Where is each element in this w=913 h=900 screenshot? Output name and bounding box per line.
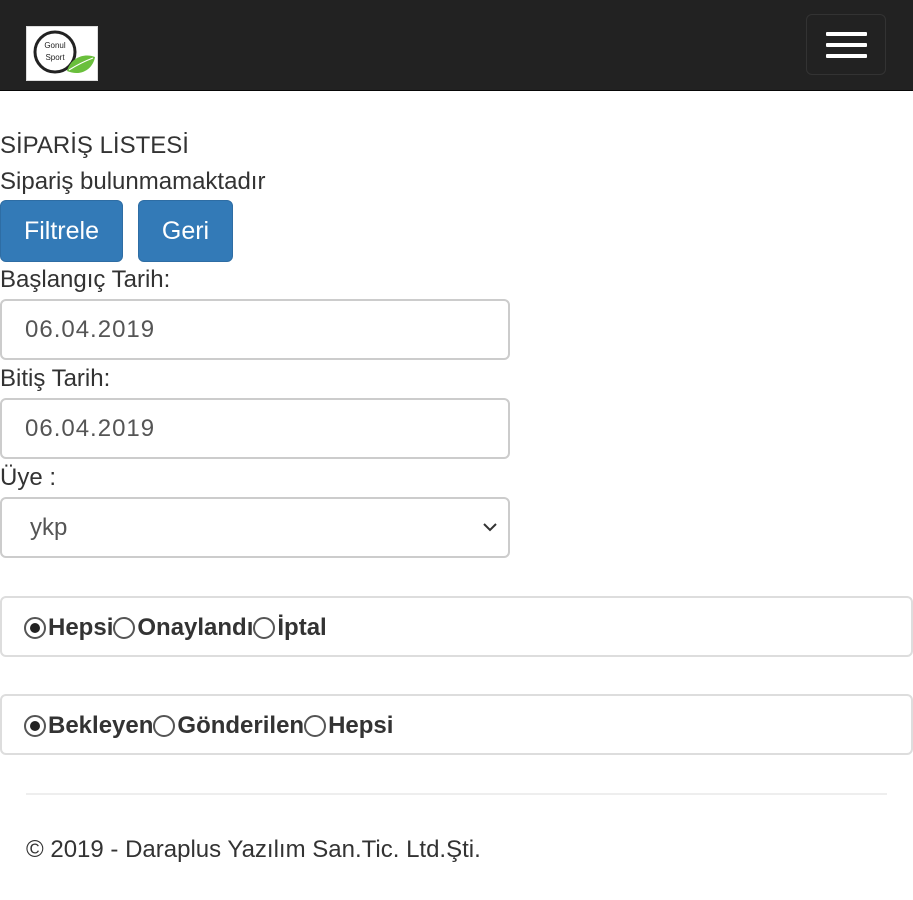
approval-option-cancelled[interactable]: İptal <box>253 614 327 642</box>
radio-icon[interactable] <box>24 617 46 639</box>
member-select-value: ykp <box>30 514 68 541</box>
radio-icon[interactable] <box>153 715 176 737</box>
hamburger-menu-button[interactable] <box>806 14 886 75</box>
radio-icon[interactable] <box>304 715 327 737</box>
logo-text-line1: Gonul <box>44 41 66 50</box>
hamburger-menu-icon-bar <box>826 54 867 58</box>
shipping-option-sent[interactable]: Gönderilen <box>153 712 304 740</box>
approval-option-all[interactable]: Hepsi <box>24 614 113 642</box>
page-title: SİPARİŞ LİSTESİ <box>0 132 189 159</box>
chevron-down-icon <box>483 523 497 532</box>
shipping-filter-panel: Bekleyen Gönderilen Hepsi <box>0 694 913 755</box>
back-button[interactable]: Geri <box>138 200 233 262</box>
approval-filter-panel: Hepsi Onaylandı İptal <box>0 596 913 657</box>
member-label: Üye : <box>0 464 57 491</box>
start-date-input[interactable] <box>0 299 510 360</box>
leaf-logo-icon: Gonul Sport <box>33 30 95 74</box>
empty-message: Sipariş bulunmamaktadır <box>0 168 266 195</box>
brand-logo[interactable]: Gonul Sport <box>26 26 98 81</box>
logo-text-line2: Sport <box>45 53 65 62</box>
radio-icon[interactable] <box>24 715 46 737</box>
end-date-input[interactable] <box>0 398 510 459</box>
approval-filter-group: Hepsi Onaylandı İptal <box>24 614 327 642</box>
hamburger-menu-icon-bar <box>826 43 867 47</box>
shipping-option-label: Bekleyen <box>48 712 154 739</box>
navbar: Gonul Sport <box>0 0 913 91</box>
hamburger-menu-icon <box>826 32 867 36</box>
approval-option-approved[interactable]: Onaylandı <box>113 614 253 642</box>
member-select[interactable]: ykp <box>0 497 510 558</box>
footer-divider <box>26 793 887 795</box>
shipping-option-label: Gönderilen <box>177 712 305 739</box>
filter-button[interactable]: Filtrele <box>0 200 123 262</box>
shipping-option-all[interactable]: Hepsi <box>304 712 393 740</box>
shipping-option-label: Hepsi <box>328 712 394 739</box>
end-date-label: Bitiş Tarih: <box>0 365 111 392</box>
radio-icon[interactable] <box>253 617 276 639</box>
start-date-label: Başlangıç Tarih: <box>0 266 171 293</box>
approval-option-label: İptal <box>277 614 327 641</box>
footer-copyright: © 2019 - Daraplus Yazılım San.Tic. Ltd.Ş… <box>26 836 481 863</box>
radio-icon[interactable] <box>113 617 136 639</box>
approval-option-label: Hepsi <box>48 614 114 641</box>
shipping-option-pending[interactable]: Bekleyen <box>24 712 153 740</box>
shipping-filter-group: Bekleyen Gönderilen Hepsi <box>24 712 393 740</box>
approval-option-label: Onaylandı <box>137 614 254 641</box>
